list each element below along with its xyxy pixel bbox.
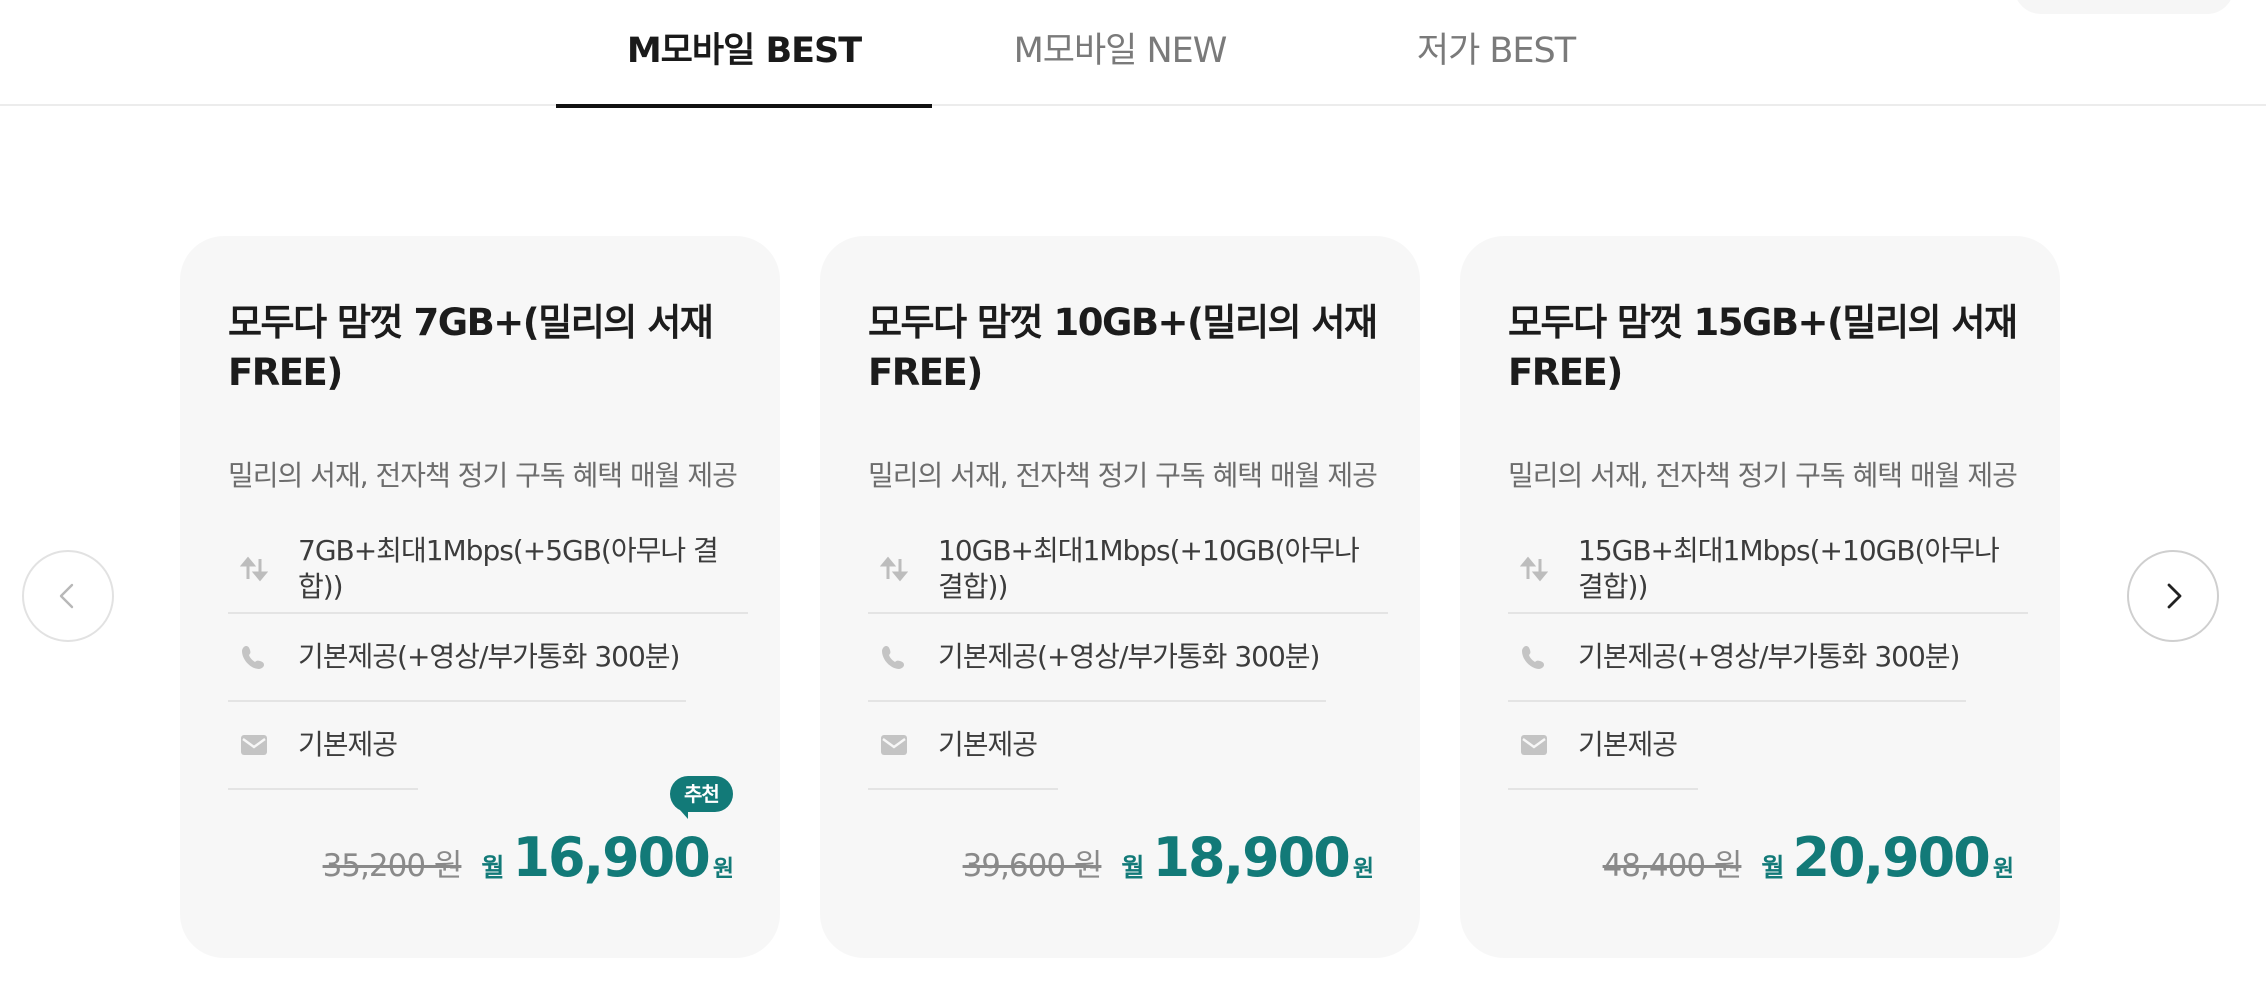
original-price: 39,600 원 [962, 848, 1103, 884]
monthly-label: 월 [481, 853, 505, 882]
currency-label: 원 [1992, 856, 2014, 882]
spec-voice-text: 기본제공(+영상/부가통화 300분) [298, 640, 680, 673]
tab-low-price-best[interactable]: 저가 BEST [1308, 0, 1684, 106]
phone-icon [1520, 643, 1548, 671]
spec-data-text: 7GB+최대1Mbps(+5GB(아무나 결합)) [298, 534, 719, 603]
plan-card[interactable]: 모두다 맘껏 10GB+(밀리의 서재 FREE) 밀리의 서재, 전자책 정기… [820, 236, 1420, 958]
plan-category-tabs: M모바일 BEST M모바일 NEW 저가 BEST [0, 0, 2266, 108]
spec-data-text: 15GB+최대1Mbps(+10GB(아무나 결합)) [1578, 534, 2000, 603]
updown-arrows-icon [1520, 555, 1548, 583]
spec-sms-row: 기본제공 [228, 702, 418, 790]
spec-data-text: 10GB+최대1Mbps(+10GB(아무나 결합)) [938, 534, 1360, 603]
sale-price: 20,900 [1792, 826, 1990, 889]
updown-arrows-icon [240, 555, 268, 583]
plan-card[interactable]: 모두다 맘껏 15GB+(밀리의 서재 FREE) 밀리의 서재, 전자책 정기… [1460, 236, 2060, 958]
plan-card[interactable]: 모두다 맘껏 7GB+(밀리의 서재 FREE) 밀리의 서재, 전자책 정기 … [180, 236, 780, 958]
price-row: 48,400 원 월 20,900 원 [1603, 826, 2014, 889]
spec-sms-row: 기본제공 [1508, 702, 1698, 790]
sale-price: 16,900 [512, 826, 710, 889]
spec-data-row: 10GB+최대1Mbps(+10GB(아무나 결합)) [868, 526, 1388, 614]
mail-icon [240, 731, 268, 759]
spec-voice-row: 기본제공(+영상/부가통화 300분) [1508, 614, 1966, 702]
plan-description: 밀리의 서재, 전자책 정기 구독 혜택 매월 제공 [228, 459, 738, 492]
chevron-right-icon [2167, 583, 2182, 609]
chevron-left-icon [59, 583, 74, 609]
spec-voice-row: 기본제공(+영상/부가통화 300분) [228, 614, 686, 702]
sale-price: 18,900 [1152, 826, 1350, 889]
spec-sms-text: 기본제공 [938, 728, 1038, 761]
plan-title: 모두다 맘껏 10GB+(밀리의 서재 FREE) [868, 301, 1378, 394]
spec-sms-text: 기본제공 [298, 728, 398, 761]
spec-sms-row: 기본제공 [868, 702, 1058, 790]
spec-data-row: 7GB+최대1Mbps(+5GB(아무나 결합)) [228, 526, 748, 614]
currency-label: 원 [712, 856, 734, 882]
price-row: 39,600 원 월 18,900 원 [963, 826, 1374, 889]
top-pill-button[interactable] [2014, 0, 2234, 14]
plan-specs: 10GB+최대1Mbps(+10GB(아무나 결합)) 기본제공(+영상/부가통… [868, 526, 1388, 790]
tab-mmobile-new[interactable]: M모바일 NEW [932, 0, 1308, 106]
tab-mmobile-best[interactable]: M모바일 BEST [556, 0, 932, 108]
currency-label: 원 [1352, 856, 1374, 882]
phone-icon [240, 643, 268, 671]
plan-title: 모두다 맘껏 15GB+(밀리의 서재 FREE) [1508, 301, 2018, 394]
phone-icon [880, 643, 908, 671]
mail-icon [1520, 731, 1548, 759]
plan-specs: 7GB+최대1Mbps(+5GB(아무나 결합)) 기본제공(+영상/부가통화 … [228, 526, 748, 790]
original-price: 48,400 원 [1602, 848, 1743, 884]
carousel-prev-button[interactable] [22, 550, 114, 642]
spec-voice-text: 기본제공(+영상/부가통화 300분) [1578, 640, 1960, 673]
plan-specs: 15GB+최대1Mbps(+10GB(아무나 결합)) 기본제공(+영상/부가통… [1508, 526, 2028, 790]
spec-voice-text: 기본제공(+영상/부가통화 300분) [938, 640, 1320, 673]
recommend-badge: 추천 [670, 776, 733, 819]
original-price: 35,200 원 [322, 848, 463, 884]
plan-title: 모두다 맘껏 7GB+(밀리의 서재 FREE) [228, 301, 714, 394]
monthly-label: 월 [1761, 853, 1785, 882]
plan-description: 밀리의 서재, 전자책 정기 구독 혜택 매월 제공 [868, 459, 1378, 492]
spec-voice-row: 기본제공(+영상/부가통화 300분) [868, 614, 1326, 702]
carousel-next-button[interactable] [2127, 550, 2219, 642]
updown-arrows-icon [880, 555, 908, 583]
mail-icon [880, 731, 908, 759]
spec-data-row: 15GB+최대1Mbps(+10GB(아무나 결합)) [1508, 526, 2028, 614]
spec-sms-text: 기본제공 [1578, 728, 1678, 761]
plan-description: 밀리의 서재, 전자책 정기 구독 혜택 매월 제공 [1508, 459, 2018, 492]
price-row: 35,200 원 월 16,900 원 [323, 826, 734, 889]
monthly-label: 월 [1121, 853, 1145, 882]
